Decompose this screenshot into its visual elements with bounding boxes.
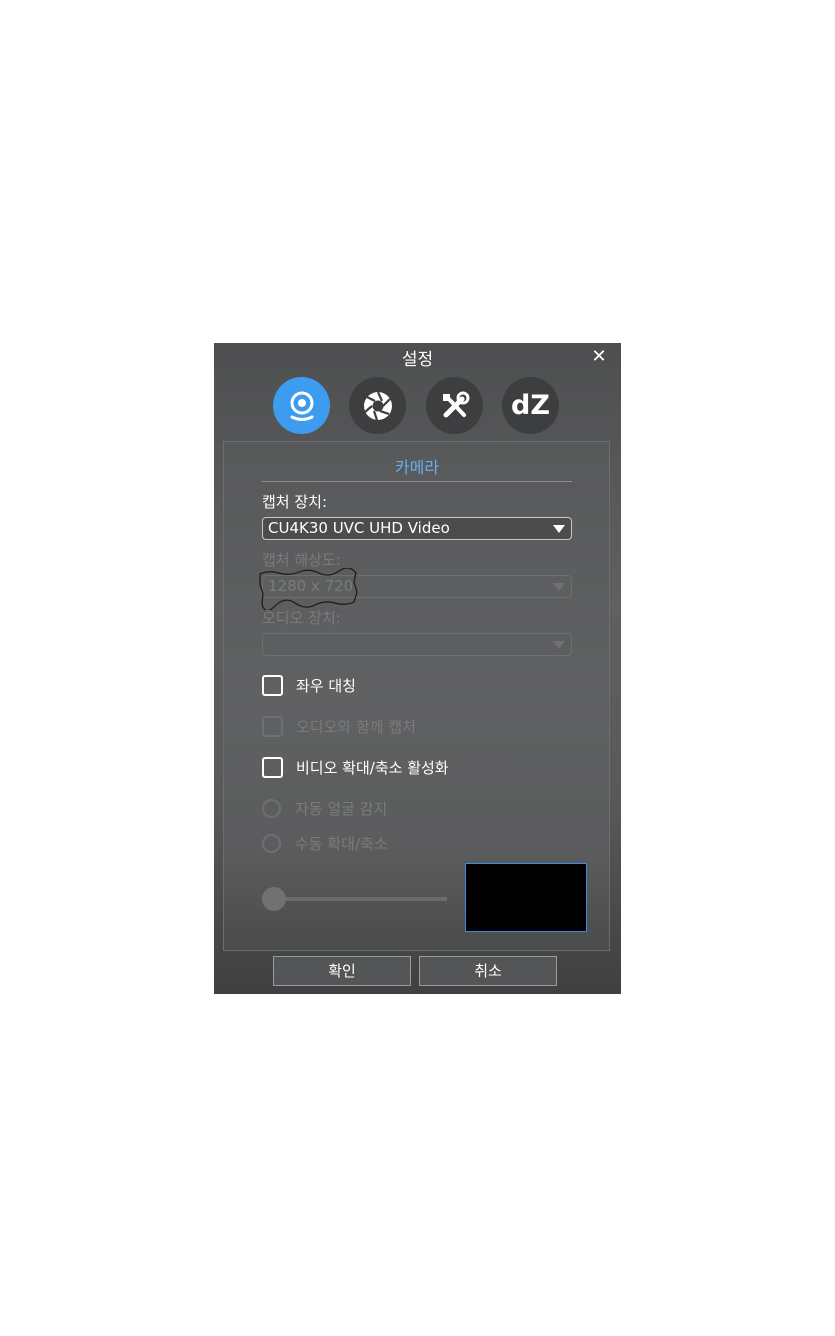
chevron-down-icon [553, 641, 565, 649]
auto-face-detect-radio[interactable] [262, 798, 281, 818]
tab-camera[interactable] [273, 377, 330, 434]
tab-bar: dZ [214, 377, 621, 435]
mirror-option[interactable]: 좌우 대칭 [262, 674, 356, 696]
mirror-label: 좌우 대칭 [296, 676, 356, 695]
zoom-slider-handle[interactable] [262, 887, 286, 911]
capture-with-audio-checkbox[interactable] [262, 715, 283, 737]
cancel-button[interactable]: 취소 [419, 956, 557, 986]
scribble-annotation [259, 568, 358, 610]
audio-device-label: 오디오 장치: [262, 609, 341, 627]
dz-logo-icon: dZ [511, 390, 550, 421]
capture-with-audio-option[interactable]: 오디오와 함께 캡처 [262, 715, 416, 737]
mirror-checkbox[interactable] [262, 674, 283, 696]
panel-heading: 카메라 [394, 458, 440, 477]
auto-face-detect-option[interactable]: 자동 얼굴 감지 [262, 797, 387, 819]
audio-device-select[interactable] [262, 633, 572, 656]
camera-settings-panel: 카메라 캡처 장치: CU4K30 UVC UHD Video 캡처 해상도: … [223, 441, 610, 951]
manual-zoom-option[interactable]: 수동 확대/축소 [262, 832, 388, 854]
tab-dz[interactable]: dZ [502, 377, 559, 434]
video-preview [465, 863, 587, 932]
tab-tools[interactable] [426, 377, 483, 434]
tab-capture[interactable] [349, 377, 406, 434]
webcam-icon [290, 391, 313, 421]
dialog-title: 설정 [401, 350, 434, 370]
settings-dialog: 설정 ✕ dZ 카메라 캡처 장치: CU4K30 UVC UHD Video … [214, 343, 621, 994]
capture-device-label: 캡처 장치: [262, 493, 328, 511]
capture-device-select[interactable]: CU4K30 UVC UHD Video [262, 517, 572, 540]
capture-device-value: CU4K30 UVC UHD Video [268, 519, 450, 537]
chevron-down-icon [553, 583, 565, 591]
zoom-slider-track[interactable] [262, 897, 447, 901]
manual-zoom-radio[interactable] [262, 833, 281, 853]
ok-button[interactable]: 확인 [273, 956, 411, 986]
heading-divider [262, 481, 572, 482]
manual-zoom-label: 수동 확대/축소 [295, 834, 388, 853]
enable-zoom-checkbox[interactable] [262, 756, 283, 778]
enable-zoom-option[interactable]: 비디오 확대/축소 활성화 [262, 756, 449, 778]
tools-icon [442, 391, 469, 417]
capture-with-audio-label: 오디오와 함께 캡처 [296, 717, 416, 736]
chevron-down-icon [553, 525, 565, 533]
capture-resolution-label: 캡처 해상도: [262, 551, 341, 569]
close-icon[interactable]: ✕ [589, 347, 609, 367]
auto-face-detect-label: 자동 얼굴 감지 [295, 799, 388, 818]
enable-zoom-label: 비디오 확대/축소 활성화 [296, 758, 449, 777]
aperture-icon [363, 391, 392, 420]
